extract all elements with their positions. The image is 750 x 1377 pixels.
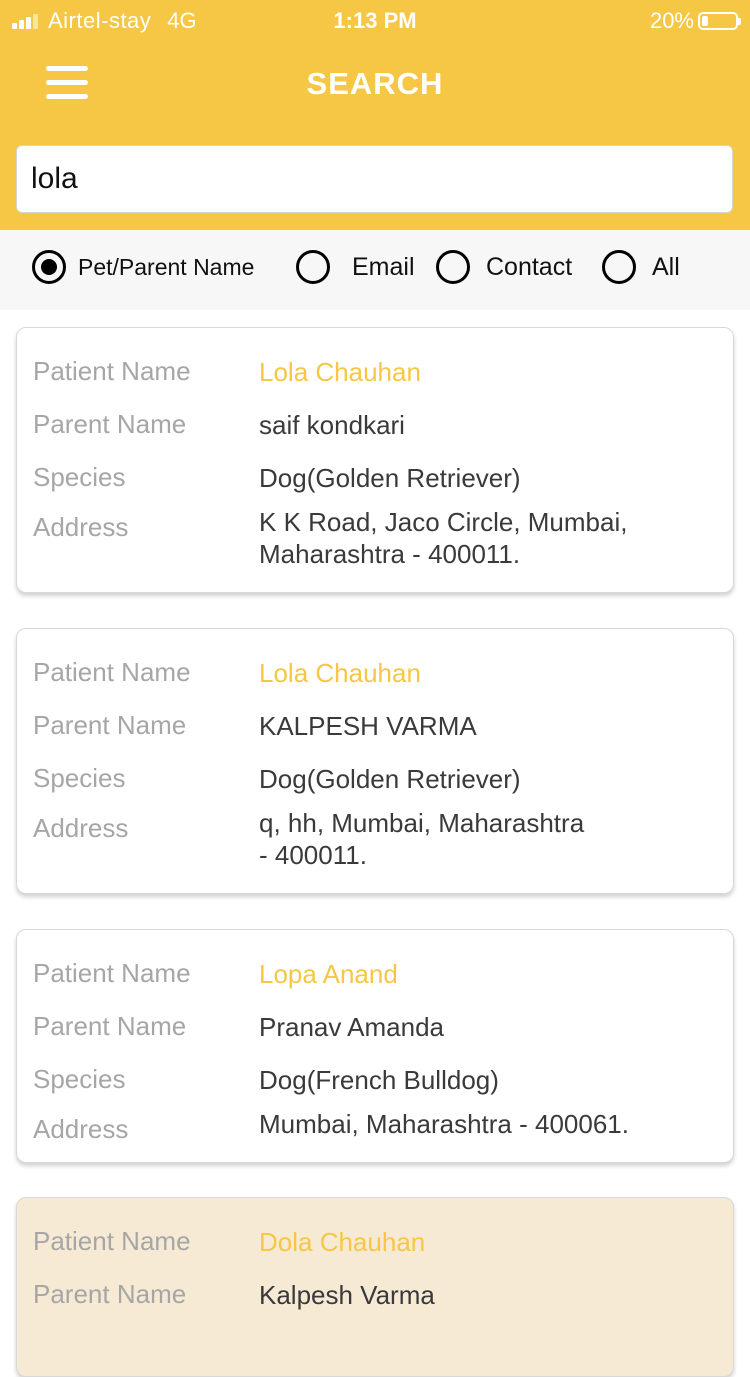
filter-label: Email <box>352 252 415 281</box>
parent-name-label: Parent Name <box>33 710 187 740</box>
address-line: K K Road, Jaco Circle, Mumbai, <box>259 507 628 537</box>
search-filter-group: Pet/Parent Name Email Contact All <box>0 230 750 310</box>
app-header: Airtel-stay 4G 1:13 PM 20% SEARCH <box>0 0 750 230</box>
species-label: Species <box>33 763 126 793</box>
patient-name-value: Dola Chauhan <box>259 1227 426 1257</box>
address-line: q, hh, Mumbai, Maharashtra <box>259 808 585 838</box>
parent-name-label: Parent Name <box>33 409 187 439</box>
patient-name-value: Lopa Anand <box>259 959 398 989</box>
radio-checked-icon <box>32 250 66 284</box>
patient-name-label: Patient Name <box>33 356 191 386</box>
species-value: Dog(French Bulldog) <box>259 1065 499 1095</box>
result-card[interactable]: Patient Name Lola Chauhan Parent Name sa… <box>16 327 734 593</box>
parent-name-value: KALPESH VARMA <box>259 711 477 741</box>
filter-contact[interactable]: Contact <box>436 250 572 284</box>
species-label: Species <box>33 1064 126 1094</box>
battery-fill <box>702 16 708 26</box>
filter-all[interactable]: All <box>602 250 680 284</box>
radio-unchecked-icon <box>436 250 470 284</box>
result-card[interactable]: Patient Name Lola Chauhan Parent Name KA… <box>16 628 734 894</box>
species-value: Dog(Golden Retriever) <box>259 764 521 794</box>
filter-label: All <box>652 252 680 281</box>
status-time: 1:13 PM <box>333 8 417 33</box>
patient-name-value: Lola Chauhan <box>259 357 421 387</box>
search-input[interactable] <box>16 145 733 213</box>
address-label: Address <box>33 512 129 542</box>
radio-unchecked-icon <box>602 250 636 284</box>
status-bar: Airtel-stay 4G 1:13 PM 20% <box>0 0 750 42</box>
species-value: Dog(Golden Retriever) <box>259 463 521 493</box>
patient-name-label: Patient Name <box>33 1226 191 1256</box>
status-right: 20% <box>649 8 741 34</box>
parent-name-label: Parent Name <box>33 1011 187 1041</box>
parent-name-value: saif kondkari <box>259 410 405 440</box>
filter-label: Pet/Parent Name <box>78 253 255 280</box>
address-label: Address <box>33 1114 129 1144</box>
parent-name-value: Kalpesh Varma <box>259 1280 435 1310</box>
page-title: SEARCH <box>306 66 444 101</box>
patient-name-value: Lola Chauhan <box>259 658 421 688</box>
address-label: Address <box>33 813 129 843</box>
parent-name-value: Pranav Amanda <box>259 1012 445 1042</box>
filter-pet-parent-name[interactable]: Pet/Parent Name <box>32 250 254 284</box>
battery-icon <box>698 12 741 30</box>
result-card[interactable]: Patient Name Lopa Anand Parent Name Pran… <box>16 929 734 1163</box>
filter-label: Contact <box>486 252 573 281</box>
species-label: Species <box>33 462 126 492</box>
patient-name-label: Patient Name <box>33 657 191 687</box>
address-line: Mumbai, Maharashtra - 400061. <box>259 1109 629 1139</box>
address-value: K K Road, Jaco Circle, Mumbai, Maharasht… <box>259 506 689 570</box>
result-card-selected[interactable]: Patient Name Dola Chauhan Parent Name Ka… <box>16 1197 734 1377</box>
address-value: Mumbai, Maharashtra - 400061. <box>259 1108 689 1140</box>
address-line: - 400011. <box>259 840 367 870</box>
patient-name-label: Patient Name <box>33 958 191 988</box>
battery-percent: 20% <box>649 8 694 33</box>
radio-unchecked-icon <box>296 250 330 284</box>
address-value: q, hh, Mumbai, Maharashtra - 400011. <box>259 807 689 871</box>
parent-name-label: Parent Name <box>33 1279 187 1309</box>
address-line: Maharashtra - 400011. <box>259 539 521 569</box>
filter-email[interactable]: Email <box>296 250 415 284</box>
